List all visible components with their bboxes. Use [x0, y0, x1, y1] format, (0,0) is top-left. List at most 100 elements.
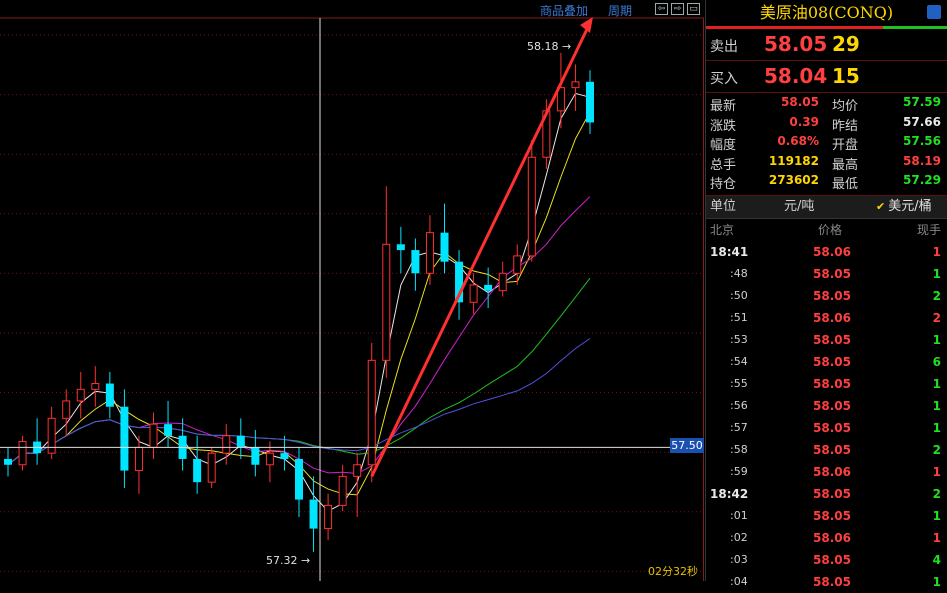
- unit-option-yuan[interactable]: 元/吨: [784, 196, 814, 218]
- tick-price: 58.05: [813, 333, 851, 347]
- tick-qty: 1: [932, 421, 941, 435]
- candle-body: [367, 359, 376, 466]
- tick-price: 58.05: [813, 289, 851, 303]
- tick-time: :04: [730, 575, 748, 588]
- candle-body: [353, 464, 362, 477]
- tick-price: 58.05: [813, 377, 851, 391]
- tick-price: 58.05: [813, 509, 851, 523]
- sell-price: 58.05: [764, 32, 828, 56]
- tick-time: :58: [730, 443, 748, 456]
- tick-qty: 1: [932, 399, 941, 413]
- scroll-left-icon[interactable]: ⇦: [655, 3, 668, 15]
- candle-body: [149, 423, 158, 448]
- chart-canvas[interactable]: [0, 0, 704, 581]
- tick-price: 58.05: [813, 487, 851, 501]
- col-time: 北京: [710, 223, 735, 237]
- period-button[interactable]: 周期: [608, 2, 632, 19]
- current-price-tag: 57.50: [670, 438, 704, 453]
- low-annotation: 57.32 →: [266, 554, 311, 567]
- stat-label: 最低: [832, 177, 859, 192]
- tick-time: 18:41: [710, 245, 749, 259]
- candle-body: [338, 475, 347, 506]
- tick-price: 58.05: [813, 553, 851, 567]
- col-qty: 现手: [916, 223, 941, 237]
- sell-volume: 29: [832, 32, 860, 56]
- tick-qty: 6: [932, 355, 941, 369]
- unit-option-usd-label: 美元/桶: [888, 199, 932, 214]
- tick-time: :55: [730, 377, 748, 390]
- stat-value: 57.59: [903, 95, 941, 109]
- trend-arrow-line: [370, 24, 591, 478]
- tick-qty: 1: [932, 267, 941, 281]
- stat-value: 57.66: [903, 114, 941, 129]
- tick-price: 58.05: [813, 399, 851, 413]
- tick-time: :57: [730, 421, 748, 434]
- tick-row: :59 58.06 1: [706, 461, 947, 483]
- tick-time: :53: [730, 333, 748, 346]
- tick-time: :48: [730, 267, 748, 280]
- stat-value: 57.56: [903, 134, 941, 148]
- sell-row: 卖出 58.05 29: [706, 29, 947, 61]
- tick-time: :01: [730, 509, 748, 522]
- candle-body: [324, 504, 333, 530]
- tick-row: :50 58.05 2: [706, 285, 947, 307]
- candle-body: [586, 81, 594, 123]
- unit-label: 单位: [710, 199, 737, 214]
- tick-qty: 1: [932, 575, 941, 589]
- candle-body: [134, 446, 143, 472]
- overlay-button[interactable]: 商品叠加: [540, 2, 588, 19]
- stat-label: 总手: [710, 157, 737, 173]
- ticks-list[interactable]: 18:41 58.06 1:48 58.05 1:50 58.05 2:51 58.06 2:5…: [706, 241, 947, 593]
- tick-row: :51 58.06 2: [706, 307, 947, 329]
- tick-price: 58.05: [813, 421, 851, 435]
- tick-price: 58.06: [813, 465, 851, 479]
- quote-panel: 美原油08(CONQ) 卖出 58.05 29 买入 58.04 15 最新 58…: [705, 0, 947, 589]
- stat-row: 幅度 0.68% 开盘 57.56: [706, 134, 947, 154]
- tick-qty: 2: [932, 487, 941, 501]
- candle-body: [193, 458, 202, 483]
- tick-qty: 1: [932, 465, 941, 479]
- buy-label: 买入: [710, 71, 738, 87]
- candle-body: [222, 435, 231, 454]
- tick-price: 58.05: [813, 355, 851, 369]
- stat-label: 昨结: [832, 118, 859, 134]
- tick-time: :59: [730, 465, 748, 478]
- tick-qty: 2: [932, 289, 941, 303]
- tick-row: :54 58.05 6: [706, 351, 947, 373]
- candle-body: [236, 435, 245, 448]
- candle-body: [382, 243, 391, 361]
- sell-label: 卖出: [710, 39, 738, 55]
- tick-price: 58.05: [813, 267, 851, 281]
- candle-body: [440, 232, 449, 262]
- tick-qty: 2: [932, 443, 941, 457]
- restore-icon[interactable]: ▭: [687, 3, 700, 15]
- tick-price: 58.05: [813, 575, 851, 589]
- tick-qty: 1: [932, 377, 941, 391]
- candle-body: [207, 452, 216, 483]
- candle-body: [469, 284, 478, 303]
- stat-value: 57.29: [903, 173, 941, 187]
- candle-body: [164, 424, 173, 436]
- tick-price: 58.05: [813, 443, 851, 457]
- ma5-line: [7, 111, 591, 496]
- candle-body: [47, 417, 56, 454]
- candle-body: [76, 388, 85, 402]
- stat-label: 开盘: [832, 138, 859, 153]
- unit-option-usd[interactable]: ✔ 美元/桶: [876, 196, 932, 218]
- stat-value: 119182: [768, 153, 819, 168]
- tick-qty: 1: [932, 245, 941, 259]
- candle-body: [265, 452, 274, 466]
- buy-price: 58.04: [764, 64, 828, 88]
- stat-value: 58.05: [781, 95, 819, 109]
- candle-body: [105, 383, 114, 407]
- scroll-right-icon[interactable]: ⇨: [671, 3, 684, 15]
- stats-table: 最新 58.05 均价 57.59 涨跌 0.39 昨结 57.66 幅度 0.68% 开盘 57.5…: [706, 93, 947, 196]
- ticks-header: 北京 价格 现手: [706, 219, 947, 241]
- tick-price: 58.06: [813, 311, 851, 325]
- tick-time: :54: [730, 355, 748, 368]
- stat-label: 最新: [710, 99, 737, 114]
- kline-chart[interactable]: 商品叠加 周期 ⇦ ⇨ ▭ 57.50 58.18 → 57.32 → 02分3…: [0, 0, 704, 581]
- menu-icon[interactable]: [927, 5, 941, 19]
- candle-body: [120, 406, 129, 471]
- check-icon: ✔: [876, 200, 886, 213]
